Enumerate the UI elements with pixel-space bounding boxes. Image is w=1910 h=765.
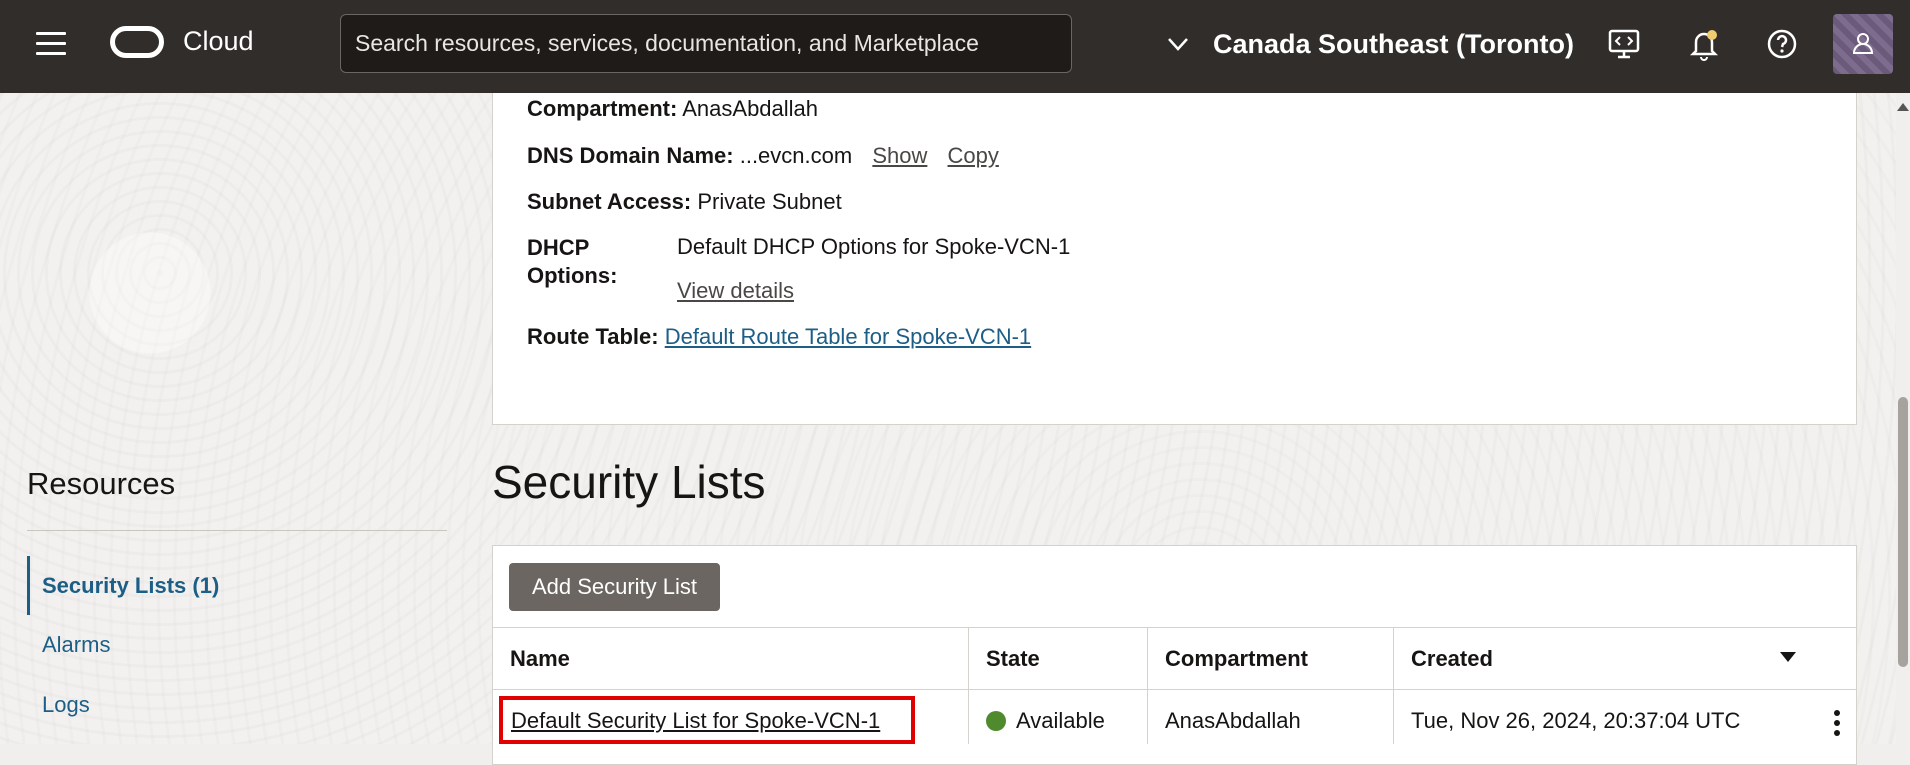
route-table-row: Route Table: Default Route Table for Spo…: [527, 324, 1031, 350]
top-navigation-bar: Cloud Canada Southeast (Toronto): [0, 0, 1910, 93]
resource-item-alarms[interactable]: Alarms: [42, 632, 110, 658]
security-lists-heading: Security Lists: [492, 456, 766, 508]
resources-heading: Resources: [27, 466, 176, 501]
column-divider: [968, 628, 969, 744]
resource-item-security-lists[interactable]: Security Lists (1): [42, 573, 219, 599]
hamburger-menu-icon[interactable]: [36, 32, 66, 56]
created-cell: Tue, Nov 26, 2024, 20:37:04 UTC: [1411, 708, 1741, 733]
active-indicator: [27, 556, 30, 615]
column-divider: [1147, 628, 1148, 744]
resource-item-logs[interactable]: Logs: [42, 692, 90, 718]
scroll-up-arrow-icon[interactable]: [1897, 103, 1909, 111]
state-value: Available: [1016, 708, 1105, 733]
row-actions-kebab-icon[interactable]: [1832, 708, 1842, 738]
dns-domain-label: DNS Domain Name:: [527, 143, 734, 168]
developer-tools-icon[interactable]: [1606, 26, 1642, 62]
dns-copy-link[interactable]: Copy: [948, 143, 999, 168]
oracle-logo-icon[interactable]: [110, 26, 164, 58]
help-icon[interactable]: [1764, 26, 1800, 62]
compartment-row: Compartment: AnasAbdallah: [527, 96, 818, 122]
subnet-access-value: Private Subnet: [697, 189, 842, 214]
region-selector[interactable]: Canada Southeast (Toronto): [1213, 29, 1574, 60]
column-header-created[interactable]: Created: [1411, 646, 1493, 672]
highlight-box: [499, 696, 915, 744]
route-table-link[interactable]: Default Route Table for Spoke-VCN-1: [665, 324, 1031, 349]
chevron-down-icon[interactable]: [1166, 32, 1190, 56]
search-input[interactable]: [340, 14, 1072, 73]
add-security-list-button[interactable]: Add Security List: [509, 563, 720, 611]
notifications-bell-icon[interactable]: [1686, 26, 1722, 62]
route-table-label: Route Table:: [527, 324, 659, 349]
compartment-label: Compartment:: [527, 96, 678, 121]
column-divider: [1393, 628, 1394, 744]
dns-domain-row: DNS Domain Name: ...evcn.com Show Copy: [527, 143, 999, 169]
dns-show-link[interactable]: Show: [872, 143, 927, 168]
column-header-state[interactable]: State: [986, 646, 1040, 672]
user-icon: [1852, 33, 1874, 54]
compartment-value: AnasAbdallah: [682, 96, 819, 121]
column-header-compartment[interactable]: Compartment: [1165, 646, 1308, 672]
dns-domain-value: ...evcn.com: [739, 143, 853, 168]
column-header-name[interactable]: Name: [510, 646, 570, 672]
subnet-access-row: Subnet Access: Private Subnet: [527, 189, 842, 215]
sort-descending-icon[interactable]: [1779, 651, 1797, 663]
scrollbar-thumb[interactable]: [1898, 397, 1908, 667]
dhcp-view-details-link[interactable]: View details: [677, 278, 794, 304]
dhcp-options-value: Default DHCP Options for Spoke-VCN-1: [677, 234, 1071, 259]
state-cell: Available: [986, 708, 1105, 734]
available-status-icon: [986, 711, 1006, 731]
dhcp-options-label: DHCP Options:: [527, 234, 617, 290]
brand-label[interactable]: Cloud: [183, 26, 254, 57]
subnet-access-label: Subnet Access:: [527, 189, 692, 214]
compartment-cell: AnasAbdallah: [1165, 708, 1301, 733]
dhcp-label-line2: Options:: [527, 263, 618, 288]
dhcp-label-line1: DHCP: [527, 235, 590, 260]
resources-divider: [27, 530, 447, 531]
user-avatar[interactable]: [1833, 14, 1893, 74]
